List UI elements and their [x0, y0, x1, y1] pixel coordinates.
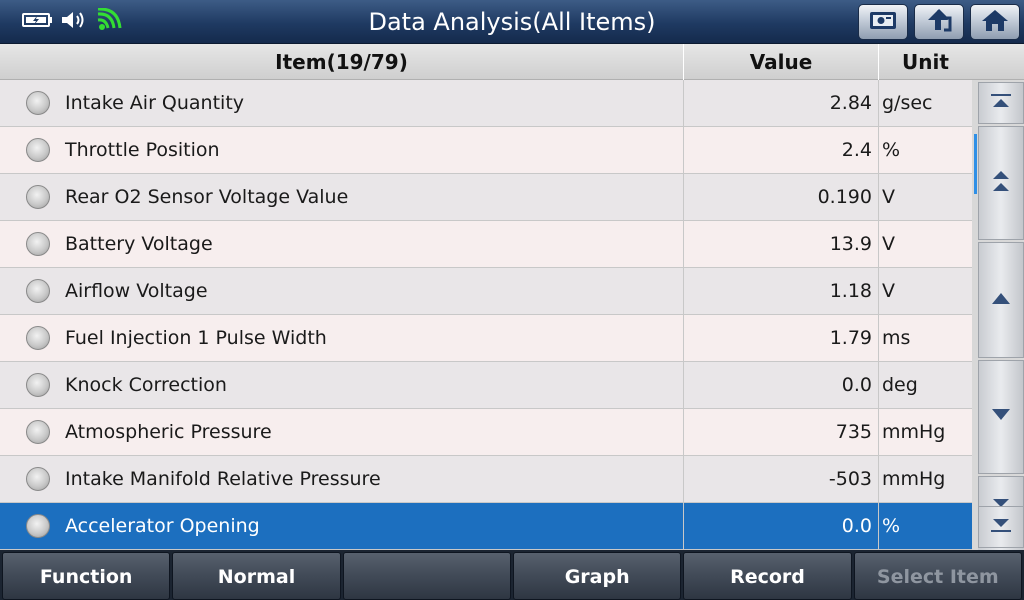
radio-icon[interactable]: [26, 420, 50, 444]
item-name: Fuel Injection 1 Pulse Width: [65, 327, 327, 349]
normal-button[interactable]: Normal: [172, 552, 341, 600]
item-value: 1.18: [684, 268, 879, 314]
home-icon: [980, 8, 1010, 36]
item-name: Atmospheric Pressure: [65, 421, 272, 443]
item-unit: V: [882, 186, 895, 208]
blank-button[interactable]: [342, 552, 511, 600]
radio-icon[interactable]: [26, 326, 50, 350]
radio-icon[interactable]: [26, 185, 50, 209]
item-value: 0.0: [684, 503, 879, 549]
scroll-position-indicator: [974, 134, 977, 194]
radio-icon[interactable]: [26, 279, 50, 303]
scroll-down-button[interactable]: [978, 360, 1024, 474]
column-header-unit: Unit: [902, 50, 949, 74]
function-button[interactable]: Function: [2, 552, 171, 600]
item-unit: %: [882, 139, 901, 161]
table-row[interactable]: Fuel Injection 1 Pulse Width 1.79 ms: [0, 315, 972, 362]
table-row[interactable]: Knock Correction 0.0 deg: [0, 362, 972, 409]
screen-capture-button[interactable]: [858, 4, 908, 40]
data-table: Item(19/79) Value Unit Intake Air Quanti…: [0, 44, 972, 550]
page-up-button[interactable]: [978, 126, 1024, 240]
item-name: Knock Correction: [65, 374, 227, 396]
item-value: 0.190: [684, 174, 879, 220]
home-button[interactable]: [970, 4, 1020, 40]
item-name: Battery Voltage: [65, 233, 213, 255]
table-rows: Intake Air Quantity 2.84 g/sec Throttle …: [0, 80, 972, 550]
scroll-to-bottom-button[interactable]: [978, 506, 1024, 548]
item-unit: V: [882, 233, 895, 255]
item-value: 2.84: [684, 80, 879, 126]
radio-icon[interactable]: [26, 373, 50, 397]
radio-icon[interactable]: [26, 467, 50, 491]
table-row[interactable]: Atmospheric Pressure 735 mmHg: [0, 409, 972, 456]
table-row[interactable]: Intake Air Quantity 2.84 g/sec: [0, 80, 972, 127]
scroll-to-top-button[interactable]: [978, 82, 1024, 124]
item-unit: ms: [882, 327, 911, 349]
select-item-button[interactable]: Select Item: [853, 552, 1022, 600]
item-value: 2.4: [684, 127, 879, 173]
item-name: Intake Manifold Relative Pressure: [65, 468, 381, 490]
scroll-up-button[interactable]: [978, 242, 1024, 358]
table-row-selected[interactable]: Accelerator Opening 0.0 %: [0, 503, 972, 550]
graph-button[interactable]: Graph: [512, 552, 682, 600]
title-bar: Data Analysis(All Items): [0, 0, 1024, 44]
back-icon: [924, 8, 954, 36]
item-value: -503: [684, 456, 879, 502]
item-unit: %: [882, 515, 901, 537]
item-name: Airflow Voltage: [65, 280, 208, 302]
record-button[interactable]: Record: [683, 552, 852, 600]
scroll-bottom-icon: [989, 517, 1013, 537]
column-header-value: Value: [684, 44, 879, 80]
item-unit: mmHg: [882, 468, 946, 490]
item-value: 1.79: [684, 315, 879, 361]
column-header-item: Item(19/79): [0, 44, 684, 80]
item-value: 0.0: [684, 362, 879, 408]
bottom-toolbar: Function Normal Graph Record Select Item: [0, 550, 1024, 600]
item-name: Accelerator Opening: [65, 515, 260, 537]
item-value: 13.9: [684, 221, 879, 267]
table-row[interactable]: Intake Manifold Relative Pressure -503 m…: [0, 456, 972, 503]
radio-icon[interactable]: [26, 514, 50, 538]
table-row[interactable]: Rear O2 Sensor Voltage Value 0.190 V: [0, 174, 972, 221]
table-row[interactable]: Throttle Position 2.4 %: [0, 127, 972, 174]
table-row[interactable]: Battery Voltage 13.9 V: [0, 221, 972, 268]
table-header: Item(19/79) Value Unit: [0, 44, 972, 80]
item-value: 735: [684, 409, 879, 455]
radio-icon[interactable]: [26, 232, 50, 256]
scroll-top-icon: [989, 93, 1013, 113]
radio-icon[interactable]: [26, 138, 50, 162]
chevron-down-icon: [989, 407, 1013, 427]
item-name: Rear O2 Sensor Voltage Value: [65, 186, 349, 208]
item-unit: mmHg: [882, 421, 946, 443]
chevron-up-icon: [989, 290, 1013, 310]
screen-capture-icon: [868, 9, 898, 35]
item-unit: deg: [882, 374, 918, 396]
double-chevron-up-icon: [989, 167, 1013, 199]
table-row[interactable]: Airflow Voltage 1.18 V: [0, 268, 972, 315]
scroll-controls: [972, 44, 1024, 550]
item-name: Intake Air Quantity: [65, 92, 245, 114]
radio-icon[interactable]: [26, 91, 50, 115]
item-unit: g/sec: [882, 92, 933, 114]
item-name: Throttle Position: [65, 139, 220, 161]
back-button[interactable]: [914, 4, 964, 40]
item-unit: V: [882, 280, 895, 302]
